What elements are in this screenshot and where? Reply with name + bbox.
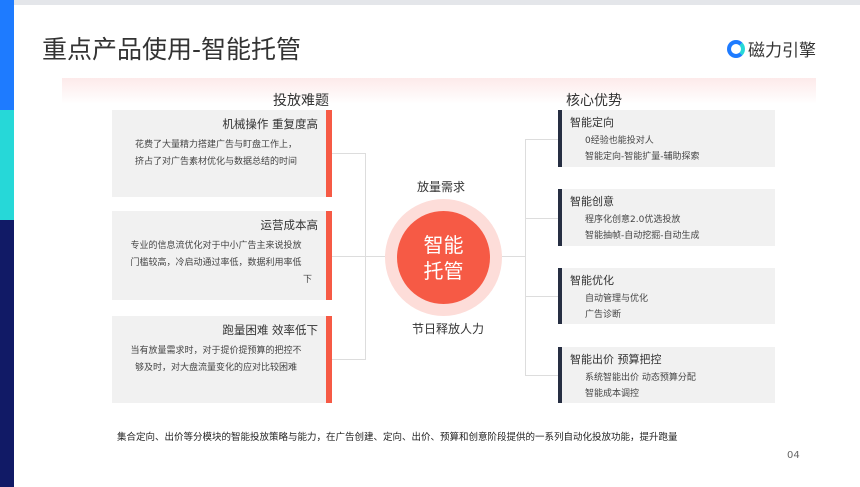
connector — [332, 256, 386, 257]
problem-desc: 够及时，对大盘流量变化的应对比较困难 — [134, 363, 297, 373]
advantage-card: 智能定向 0经验也能投对人 智能定向-智能扩量-辅助探索 — [558, 110, 775, 167]
right-heading: 核心优势 — [566, 93, 622, 109]
left-heading: 投放难题 — [273, 93, 329, 109]
logo-icon — [727, 39, 745, 58]
advantage-title: 智能优化 — [570, 274, 614, 287]
top-label: 放量需求 — [417, 180, 466, 194]
problem-desc: 挤占了对广告素材优化与数据总结的时间 — [134, 157, 297, 167]
circle-text: 智能 — [423, 232, 464, 257]
advantage-desc: 系统智能出价 动态预算分配 — [585, 373, 696, 383]
problem-title: 机械操作 重复度高 — [222, 117, 318, 131]
problem-desc: 门槛较高，冷启动通过率低，数据利用率低 — [130, 258, 302, 268]
logo: 磁力引擎 — [727, 36, 816, 61]
problem-desc: 下 — [302, 275, 312, 285]
bottom-label: 节日释放人力 — [412, 322, 485, 336]
center-circle: 智能 托管 — [397, 211, 490, 304]
top-bar — [0, 0, 860, 5]
side-stripe-navy — [0, 220, 14, 487]
problem-card: 运营成本高 专业的信息流优化对于中小广告主来说投放 门槛较高，冷启动通过率低，数… — [112, 211, 332, 300]
connector — [525, 218, 558, 219]
connector — [332, 153, 366, 154]
connector — [365, 153, 366, 359]
advantage-title: 智能定向 — [570, 116, 614, 129]
advantage-desc: 广告诊断 — [585, 310, 622, 320]
page-number: 04 — [787, 450, 800, 461]
connector — [525, 139, 526, 375]
side-stripe-cyan — [0, 110, 14, 220]
connector — [332, 359, 366, 360]
problem-title: 跑量困难 效率低下 — [222, 323, 318, 337]
advantage-desc: 自动管理与优化 — [585, 294, 649, 304]
advantage-card: 智能出价 预算把控 系统智能出价 动态预算分配 智能成本调控 — [558, 347, 775, 403]
advantage-title: 智能出价 预算把控 — [570, 353, 662, 366]
side-stripe-blue — [0, 0, 14, 110]
advantage-desc: 智能成本调控 — [585, 389, 640, 399]
footer-summary: 集合定向、出价等分模块的智能投放策略与能力，在广告创建、定向、出价、预算和创意阶… — [117, 432, 678, 443]
advantage-card: 智能优化 自动管理与优化 广告诊断 — [558, 268, 775, 324]
advantage-desc: 智能抽帧-自动挖掘-自动生成 — [585, 231, 700, 241]
advantage-title: 智能创意 — [570, 195, 614, 208]
page-title: 重点产品使用-智能托管 — [42, 35, 302, 64]
header-band — [62, 78, 816, 104]
logo-text: 磁力引擎 — [748, 41, 816, 61]
problem-desc: 花费了大量精力搭建广告与盯盘工作上， — [134, 140, 297, 150]
connector — [525, 139, 558, 140]
advantage-desc: 智能定向-智能扩量-辅助探索 — [585, 152, 700, 162]
problem-desc: 当有放量需求时，对于提价提预算的把控不 — [130, 346, 302, 356]
connector — [502, 256, 525, 257]
advantage-card: 智能创意 程序化创意2.0优选投放 智能抽帧-自动挖掘-自动生成 — [558, 189, 775, 246]
problem-card: 机械操作 重复度高 花费了大量精力搭建广告与盯盘工作上， 挤占了对广告素材优化与… — [112, 110, 332, 197]
problem-title: 运营成本高 — [260, 218, 319, 232]
advantage-desc: 0经验也能投对人 — [585, 136, 654, 146]
connector — [525, 375, 558, 376]
advantage-desc: 程序化创意2.0优选投放 — [585, 215, 681, 225]
connector — [525, 296, 558, 297]
problem-desc: 专业的信息流优化对于中小广告主来说投放 — [130, 241, 302, 251]
problem-card: 跑量困难 效率低下 当有放量需求时，对于提价提预算的把控不 够及时，对大盘流量变… — [112, 316, 332, 403]
circle-text: 托管 — [423, 258, 464, 283]
